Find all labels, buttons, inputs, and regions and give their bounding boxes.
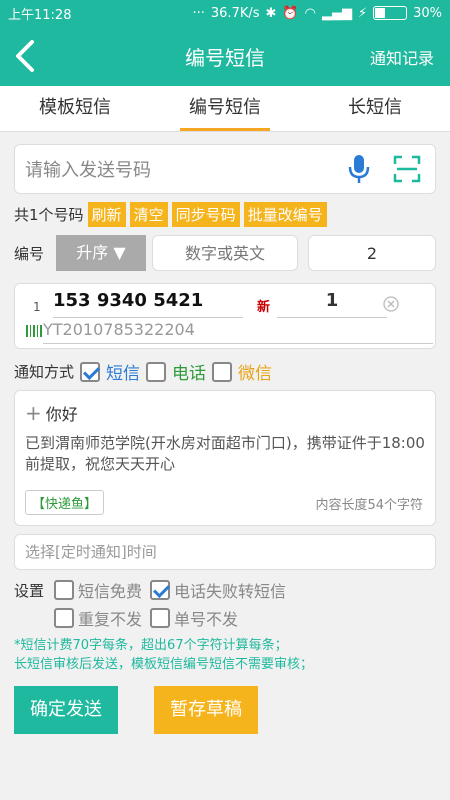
confirm-send-button[interactable]: 确定发送 (14, 686, 118, 734)
remove-icon[interactable] (383, 296, 399, 312)
content-length: 内容长度54个字符 (315, 498, 423, 513)
schedule-time-input[interactable]: 选择[定时通知]时间 (14, 534, 436, 570)
barcode-icon (26, 325, 42, 337)
back-button[interactable] (12, 38, 40, 74)
phone-option-label: 电话 (172, 364, 207, 384)
wechat-option-label: 微信 (238, 364, 273, 384)
settings-section: 设置 短信免费 电话失败转短信 重复不发 单号不发 (14, 578, 436, 630)
settings-row-1: 设置 短信免费 电话失败转短信 (14, 578, 436, 602)
prefix-input[interactable]: 数字或英文 (152, 235, 298, 271)
clear-button[interactable]: 清空 (129, 202, 168, 227)
free-sms-checkbox[interactable] (54, 580, 74, 600)
sort-dropdown[interactable]: 升序 ▼ (56, 235, 146, 271)
microphone-icon[interactable] (347, 153, 371, 185)
sms-option-label: 短信 (106, 364, 141, 384)
network-speed: 36.7K/s (210, 5, 260, 21)
phone-checkbox[interactable] (146, 361, 167, 382)
no-repeat-label: 重复不发 (78, 610, 143, 629)
phone-entry: 1 153 9340 5421 新 1 YT2010785322204 (14, 283, 436, 349)
save-draft-button[interactable]: 暂存草稿 (154, 686, 258, 734)
numbering-row: 编号 升序 ▼ 数字或英文 2 (14, 235, 436, 271)
new-badge: 新 (257, 300, 271, 315)
status-time: 上午11:28 (8, 7, 72, 23)
wechat-checkbox[interactable] (212, 361, 233, 382)
scan-icon[interactable] (393, 155, 421, 183)
alarm-icon: ⏰ (282, 5, 299, 21)
signature-tag[interactable]: 【快递鱼】 (25, 490, 105, 515)
count-row: 共1个号码 刷新 清空 同步号码 批量改编号 (14, 202, 436, 227)
message-editor[interactable]: + 你好 已到渭南师范学院(开水房对面超市门口)，携带证件于18:00前提取，祝您… (14, 390, 436, 526)
tracking-number[interactable]: YT2010785322204 (43, 320, 433, 344)
tab-numbered-sms[interactable]: 编号短信 (150, 86, 300, 131)
settings-label: 设置 (14, 581, 45, 600)
start-number-input[interactable]: 2 (308, 235, 436, 271)
billing-notes: *短信计费70字每条，超出67个字符计算每条； 长短信审核后发送，模板短信编号短… (14, 636, 436, 674)
action-bar: 确定发送 暂存草稿 (14, 686, 436, 734)
message-body[interactable]: 已到渭南师范学院(开水房对面超市门口)，携带证件于18:00前提取，祝您天天开心 (25, 433, 425, 475)
batch-renumber-button[interactable]: 批量改编号 (243, 202, 327, 227)
wifi-icon: ◠ (304, 5, 316, 21)
refresh-button[interactable]: 刷新 (87, 202, 126, 227)
battery-percent: 30% (413, 5, 442, 21)
call-fail-sms-label: 电话失败转短信 (174, 582, 287, 601)
app-header: 编号短信 通知记录 (0, 26, 450, 86)
greeting-line: + 你好 (25, 401, 425, 425)
chevron-left-icon (16, 40, 34, 72)
bluetooth-icon: ✱ (265, 5, 277, 21)
count-label: 共1个号码 (14, 206, 84, 224)
no-single-checkbox[interactable] (150, 608, 171, 628)
notify-method-row: 通知方式 短信 电话 微信 (14, 359, 436, 384)
tab-long-sms[interactable]: 长短信 (300, 86, 450, 131)
phone-input-placeholder: 请输入发送号码 (25, 160, 151, 181)
phone-input-field[interactable]: 请输入发送号码 (14, 144, 436, 194)
signal-icon: ▂▄▆ (321, 5, 352, 21)
notify-label: 通知方式 (14, 363, 75, 381)
entry-number[interactable]: 1 (277, 290, 387, 318)
note-line-2: 长短信审核后发送，模板短信编号短信不需要审核； (14, 657, 314, 672)
dots-icon: ··· (192, 5, 205, 21)
sync-numbers-button[interactable]: 同步号码 (171, 202, 240, 227)
battery-icon (373, 6, 408, 20)
note-line-1: *短信计费70字每条，超出67个字符计算每条； (14, 638, 288, 653)
no-single-label: 单号不发 (174, 610, 239, 629)
status-bar: 上午11:28 ··· 36.7K/s ✱ ⏰ ◠ ▂▄▆ ⚡ 30% (0, 0, 450, 26)
plus-icon[interactable]: + (25, 401, 42, 425)
numbering-label: 编号 (14, 244, 45, 263)
entry-phone[interactable]: 153 9340 5421 (53, 290, 243, 318)
settings-row-2: 重复不发 单号不发 (14, 606, 436, 630)
greeting-text: 你好 (45, 405, 78, 424)
entry-index: 1 (33, 300, 41, 314)
charging-icon: ⚡ (357, 5, 368, 21)
sms-checkbox[interactable] (80, 361, 101, 382)
free-sms-label: 短信免费 (78, 582, 143, 601)
main-content: 请输入发送号码 共1个号码 刷新 清空 同步号码 批量改编号 编号 升序 ▼ 数… (0, 132, 450, 744)
tab-bar: 模板短信 编号短信 长短信 (0, 86, 450, 132)
notify-records-link[interactable]: 通知记录 (370, 45, 434, 69)
tab-template-sms[interactable]: 模板短信 (0, 86, 150, 131)
call-fail-sms-checkbox[interactable] (150, 580, 171, 600)
no-repeat-checkbox[interactable] (54, 608, 74, 628)
